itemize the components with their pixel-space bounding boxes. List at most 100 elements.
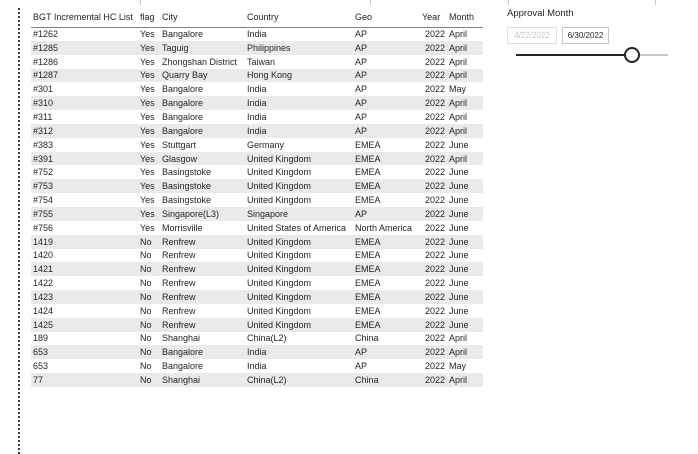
cell-city: Bangalore [160,96,245,111]
cell-city: Basingstoke [160,165,245,180]
cell-country: United Kingdom [245,276,353,291]
cell-hc-id: 1420 [31,248,138,263]
cell-year: 2022 [420,123,447,138]
cell-geo: North America [353,220,420,235]
column-header-city[interactable]: City [160,8,245,28]
table-row[interactable]: 77 No Shanghai China(L2) China 2022 April [31,373,483,387]
cell-flag: No [138,234,160,249]
cell-city: Glasgow [160,151,245,166]
table-row[interactable]: #1262 Yes Bangalore India AP 2022 April [31,27,483,41]
cell-geo: China [353,373,420,387]
table-row[interactable]: #301 Yes Bangalore India AP 2022 May [31,82,483,97]
cell-hc-id: #1262 [31,27,138,41]
cell-hc-id: 1422 [31,276,138,291]
cell-hc-id: #391 [31,151,138,166]
cell-month: June [447,206,483,221]
column-header-hc-list[interactable]: BGT Incremental HC List [31,8,138,28]
cell-hc-id: #1286 [31,54,138,69]
table-row[interactable]: #310 Yes Bangalore India AP 2022 April [31,96,483,111]
cell-country: India [245,96,353,111]
cell-country: Philippines [245,40,353,55]
table-row[interactable]: #391 Yes Glasgow United Kingdom EMEA 2022 Apri… [31,151,483,166]
table-row[interactable]: 1424 No Renfrew United Kingdom EMEA 2022 June [31,303,483,318]
table-row[interactable]: #312 Yes Bangalore India AP 2022 April [31,123,483,138]
cell-city: Zhongshan District [160,54,245,69]
table-row[interactable]: 1422 No Renfrew United Kingdom EMEA 2022 June [31,276,483,291]
cell-geo: EMEA [353,262,420,277]
table-row[interactable]: #1286 Yes Zhongshan District Taiwan AP 2022 Ap… [31,54,483,69]
table-row[interactable]: #756 Yes Morrisville United States of Ameri… [31,220,483,235]
top-divider [140,0,141,5]
visual-selection-border [18,8,20,454]
cell-year: 2022 [420,68,447,83]
hc-list-table: BGT Incremental HC List flag City Countr… [31,8,483,387]
cell-geo: EMEA [353,317,420,332]
column-header-geo[interactable]: Geo [353,8,420,28]
cell-geo: EMEA [353,165,420,180]
cell-flag: Yes [138,54,160,69]
table-row[interactable]: #1285 Yes Taguig Philippines AP 2022 April [31,40,483,55]
table-row[interactable]: 653 No Bangalore India AP 2022 April [31,345,483,360]
cell-country: India [245,110,353,124]
cell-flag: No [138,303,160,318]
cell-month: April [447,40,483,55]
table-row[interactable]: #754 Yes Basingstoke United Kingdom EMEA 2022… [31,193,483,207]
cell-country: United Kingdom [245,193,353,207]
table-row[interactable]: #752 Yes Basingstoke United Kingdom EMEA 2022… [31,165,483,180]
column-header-country[interactable]: Country [245,8,353,28]
table-row[interactable]: 1423 No Renfrew United Kingdom EMEA 2022 June [31,290,483,304]
cell-city: Basingstoke [160,193,245,207]
cell-year: 2022 [420,27,447,41]
table-row[interactable]: #753 Yes Basingstoke United Kingdom EMEA 2022… [31,179,483,194]
slicer-title: Approval Month [507,8,574,19]
cell-city: Taguig [160,40,245,55]
table-row[interactable]: #383 Yes Stuttgart Germany EMEA 2022 June [31,137,483,152]
slider-end-handle[interactable] [623,47,640,63]
cell-geo: AP [353,345,420,360]
cell-year: 2022 [420,345,447,360]
cell-month: June [447,137,483,152]
cell-country: United Kingdom [245,179,353,194]
table-row[interactable]: 1425 No Renfrew United Kingdom EMEA 2022 June [31,317,483,332]
cell-geo: EMEA [353,290,420,304]
cell-flag: Yes [138,151,160,166]
cell-hc-id: #756 [31,220,138,235]
cell-year: 2022 [420,96,447,111]
table-row[interactable]: #311 Yes Bangalore India AP 2022 April [31,110,483,124]
column-header-month[interactable]: Month [447,8,483,28]
cell-year: 2022 [420,331,447,346]
cell-year: 2022 [420,262,447,277]
cell-flag: No [138,373,160,387]
cell-month: April [447,331,483,346]
cell-country: China(L2) [245,373,353,387]
table-row[interactable]: 1421 No Renfrew United Kingdom EMEA 2022 June [31,262,483,277]
cell-month: June [447,290,483,304]
cell-geo: AP [353,206,420,221]
column-header-flag[interactable]: flag [138,8,160,28]
table-row[interactable]: 1420 No Renfrew United Kingdom EMEA 2022 June [31,248,483,263]
top-strip [0,0,698,6]
cell-flag: No [138,248,160,263]
cell-month: April [447,373,483,387]
column-header-year[interactable]: Year [420,8,447,28]
cell-month: April [447,123,483,138]
cell-country: United Kingdom [245,151,353,166]
cell-year: 2022 [420,220,447,235]
table-row[interactable]: #1287 Yes Quarry Bay Hong Kong AP 2022 April [31,68,483,83]
cell-year: 2022 [420,82,447,97]
table-row[interactable]: 1419 No Renfrew United Kingdom EMEA 2022 June [31,234,483,249]
date-range-slider[interactable] [507,45,672,65]
start-date-input[interactable]: 4/22/2022 [507,27,557,44]
cell-hc-id: #754 [31,193,138,207]
end-date-input[interactable]: 6/30/2022 [562,27,609,44]
cell-geo: AP [353,110,420,124]
table-row[interactable]: 653 No Bangalore India AP 2022 May [31,359,483,374]
cell-geo: EMEA [353,248,420,263]
cell-country: India [245,27,353,41]
cell-country: United Kingdom [245,234,353,249]
cell-city: Renfrew [160,234,245,249]
table-row[interactable]: #755 Yes Singapore(L3) Singapore AP 2022 June [31,206,483,221]
cell-month: April [447,151,483,166]
table-row[interactable]: 189 No Shanghai China(L2) China 2022 April [31,331,483,346]
hc-list-table-visual[interactable]: BGT Incremental HC List flag City Countr… [31,8,483,387]
